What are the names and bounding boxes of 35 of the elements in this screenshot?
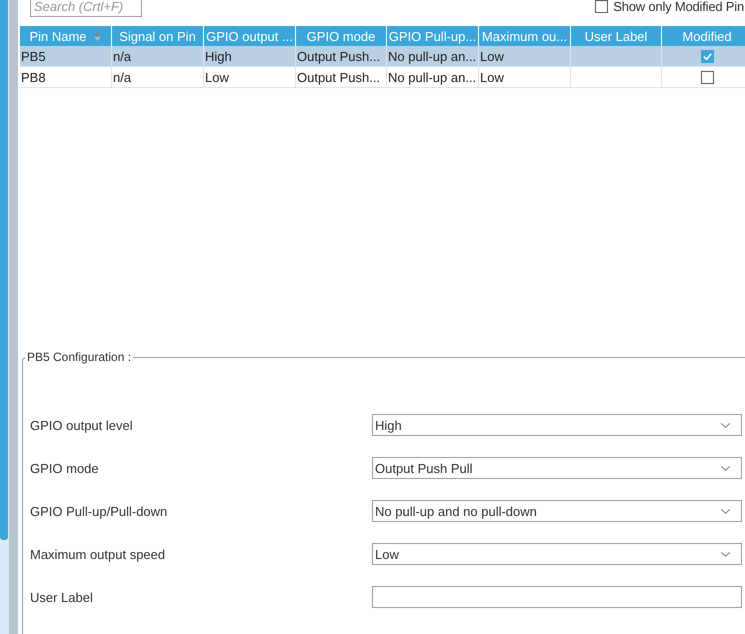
dropdown[interactable]: Output Push Pull [372, 457, 742, 479]
table-cell: Output Push... [297, 48, 380, 64]
table-cell: No pull-up an... [388, 70, 476, 84]
search-field[interactable]: Search (Crtl+F) [30, 0, 142, 17]
group-title: PB5 Configuration : [26, 350, 132, 364]
checkbox[interactable] [595, 0, 608, 13]
table-cell: PB8 [21, 70, 46, 84]
chevron-down-icon [720, 464, 731, 472]
table-cell: PB5 [21, 48, 46, 64]
checkbox[interactable] [701, 70, 714, 84]
field-label: Maximum output speed [30, 546, 166, 562]
checkbox[interactable] [701, 50, 714, 62]
field-label: GPIO mode [30, 460, 100, 476]
table-cell: Output Push... [297, 70, 380, 84]
table-cell: No pull-up an... [388, 48, 476, 64]
table-cell: n/a [113, 70, 132, 84]
sort-icon [92, 30, 102, 42]
table-row[interactable]: PB5 n/a High Output Push... No pull-up an... Low [20, 46, 745, 67]
table-cell: n/a [113, 48, 132, 64]
table-cell: Low [480, 70, 504, 84]
dropdown[interactable]: High [372, 414, 742, 436]
field-label: User Label [30, 590, 94, 604]
table-cell: Low [205, 70, 229, 84]
filter-label: Show only Modified Pin [613, 0, 744, 14]
chevron-down-icon [720, 508, 731, 514]
dropdown[interactable]: No pull-up and no pull-down [372, 500, 742, 522]
chevron-down-icon [720, 550, 731, 558]
table-cell: Low [480, 48, 504, 64]
field-label: GPIO output level [30, 418, 134, 432]
chevron-down-icon [720, 422, 731, 428]
text-field[interactable] [372, 586, 742, 608]
table-cell: High [205, 48, 232, 64]
dropdown[interactable]: Low [372, 543, 742, 565]
table-row[interactable]: PB8 n/a Low Output Push... No pull-up an... Low [20, 67, 745, 88]
field-label: GPIO Pull-up/Pull-down [30, 504, 168, 518]
